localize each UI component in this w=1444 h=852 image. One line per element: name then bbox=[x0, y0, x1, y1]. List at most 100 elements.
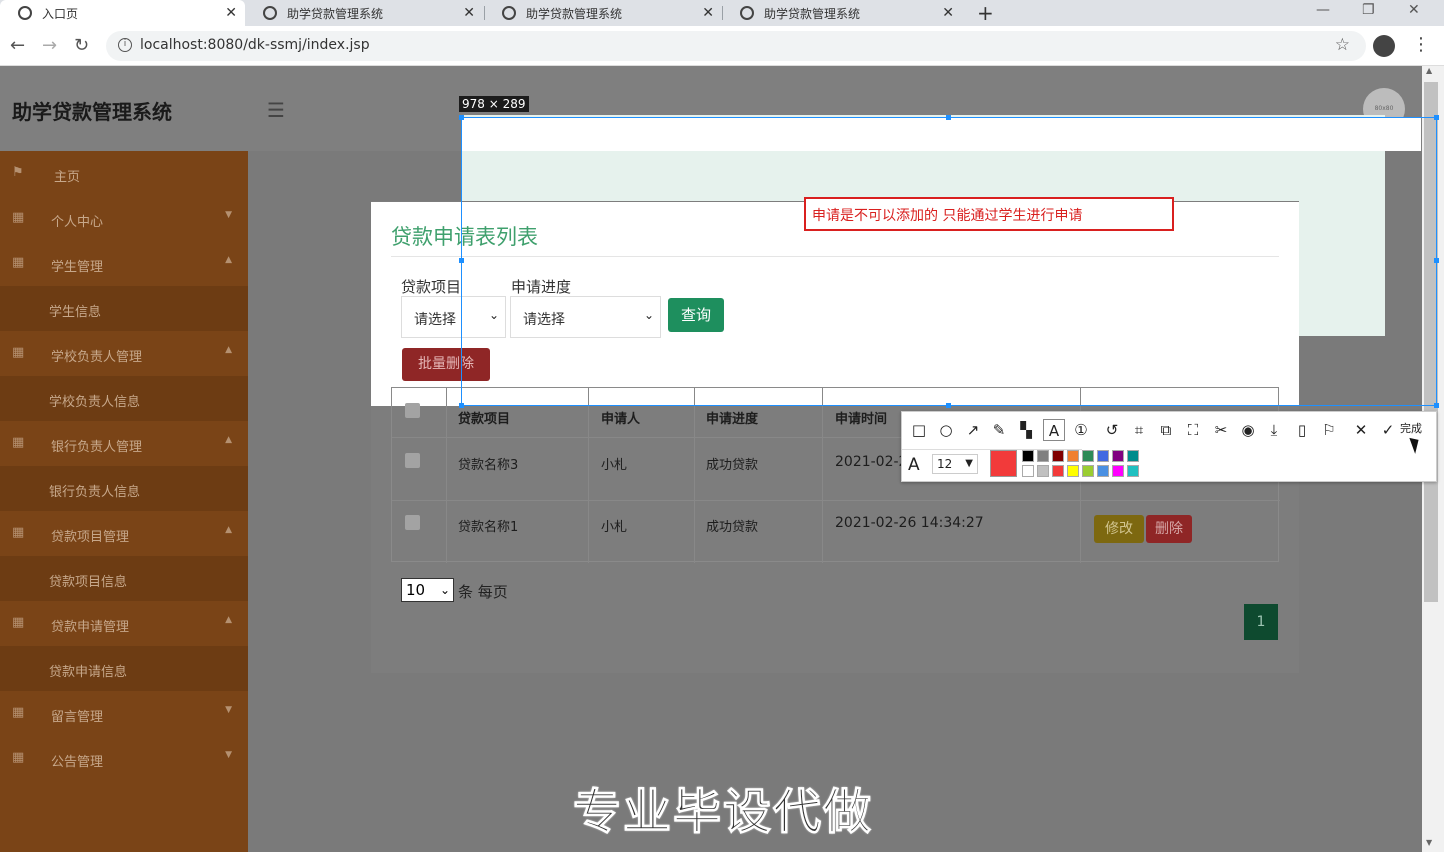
resize-handle[interactable] bbox=[459, 258, 464, 263]
cell-project: 贷款名称1 bbox=[458, 520, 519, 535]
menu-kebab-icon[interactable]: ⋮ bbox=[1412, 34, 1430, 55]
mosaic-tool-icon[interactable]: ▚ bbox=[1015, 419, 1037, 441]
color-swatch[interactable] bbox=[1052, 465, 1064, 477]
sidebar-item[interactable]: ▦ 学校负责人管理 ▲ bbox=[0, 331, 248, 376]
sidebar-item-label: 主页 bbox=[54, 170, 81, 185]
browser-tab[interactable]: 助学贷款管理系统 ✕ bbox=[245, 0, 483, 26]
page-size-select[interactable]: 10 ⌄ bbox=[401, 578, 454, 602]
sidebar-item[interactable]: 贷款项目信息 bbox=[0, 556, 248, 601]
row-checkbox[interactable] bbox=[405, 515, 420, 530]
resize-handle[interactable] bbox=[946, 115, 951, 120]
pencil-tool-icon[interactable]: ✎ bbox=[988, 419, 1010, 441]
forward-icon[interactable]: → bbox=[42, 35, 57, 56]
sidebar-item[interactable]: 学校负责人信息 bbox=[0, 376, 248, 421]
scroll-down-icon[interactable]: ▼ bbox=[1426, 838, 1432, 847]
color-swatch[interactable] bbox=[1037, 465, 1049, 477]
resize-handle[interactable] bbox=[1434, 258, 1439, 263]
phone-icon[interactable]: ▯ bbox=[1291, 419, 1313, 441]
color-swatch[interactable] bbox=[1067, 450, 1079, 462]
color-swatch[interactable] bbox=[1037, 450, 1049, 462]
sidebar-item[interactable]: ▦ 留言管理 ▼ bbox=[0, 691, 248, 736]
color-swatch[interactable] bbox=[1082, 450, 1094, 462]
crop-tool-icon[interactable]: ⌗ bbox=[1128, 419, 1150, 441]
new-tab-icon[interactable]: + bbox=[977, 1, 994, 25]
sidebar-item[interactable]: 学生信息 bbox=[0, 286, 248, 331]
watermark-text: 专业毕设代做 bbox=[572, 784, 874, 841]
confirm-check-icon[interactable]: ✓ bbox=[1377, 419, 1399, 441]
page-number-button[interactable]: 1 bbox=[1244, 604, 1278, 640]
sidebar-item[interactable]: ▦ 贷款申请管理 ▲ bbox=[0, 601, 248, 646]
resize-handle[interactable] bbox=[1434, 403, 1439, 408]
resize-handle[interactable] bbox=[946, 403, 951, 408]
select-all-checkbox[interactable] bbox=[405, 403, 420, 418]
sidebar-item[interactable]: ▦ 贷款项目管理 ▲ bbox=[0, 511, 248, 556]
close-icon[interactable]: ✕ bbox=[702, 5, 714, 21]
color-swatch[interactable] bbox=[1097, 465, 1109, 477]
sidebar-item[interactable]: ▦ 学生管理 ▲ bbox=[0, 241, 248, 286]
close-icon[interactable]: ✕ bbox=[225, 5, 237, 21]
number-tool-icon[interactable]: ① bbox=[1070, 419, 1092, 441]
record-icon[interactable]: ◉ bbox=[1237, 419, 1259, 441]
back-icon[interactable]: ← bbox=[10, 35, 25, 56]
hamburger-menu-icon[interactable]: ☰ bbox=[267, 98, 285, 122]
row-checkbox[interactable] bbox=[405, 453, 420, 468]
sidebar-item[interactable]: ▦ 银行负责人管理 ▲ bbox=[0, 421, 248, 466]
color-swatch[interactable] bbox=[1052, 450, 1064, 462]
pin-tool-icon[interactable]: ✂ bbox=[1210, 419, 1232, 441]
text-tool-icon[interactable]: A bbox=[1043, 419, 1065, 441]
resize-handle[interactable] bbox=[1434, 115, 1439, 120]
scroll-up-icon[interactable]: ▲ bbox=[1426, 66, 1432, 75]
color-swatch[interactable] bbox=[1022, 465, 1034, 477]
browser-tab[interactable]: 助学贷款管理系统 ✕ bbox=[722, 0, 962, 26]
minimize-icon[interactable]: — bbox=[1316, 2, 1330, 18]
grid-icon: ▦ bbox=[12, 210, 25, 225]
color-swatch[interactable] bbox=[1127, 465, 1139, 477]
color-swatch[interactable] bbox=[1022, 450, 1034, 462]
restore-icon[interactable]: ❐ bbox=[1362, 2, 1375, 18]
sidebar-item[interactable]: 贷款申请信息 bbox=[0, 646, 248, 691]
browser-tab[interactable]: 助学贷款管理系统 ✕ bbox=[484, 0, 722, 26]
download-icon[interactable]: ⤓ bbox=[1263, 419, 1285, 441]
font-size-select[interactable]: 12 ▼ bbox=[932, 454, 978, 474]
bookmark-icon[interactable]: ⚐ bbox=[1318, 419, 1340, 441]
delete-button[interactable]: 删除 bbox=[1146, 515, 1192, 543]
color-swatch[interactable] bbox=[1127, 450, 1139, 462]
sidebar-item[interactable]: ⚑ 主页 bbox=[0, 151, 248, 196]
resize-handle[interactable] bbox=[459, 403, 464, 408]
window-close-icon[interactable]: ✕ bbox=[1408, 2, 1420, 18]
ocr-tool-icon[interactable]: ⛶ bbox=[1182, 419, 1204, 441]
sidebar-item-label: 贷款项目信息 bbox=[49, 575, 128, 590]
text-annotation[interactable]: 申请是不可以添加的 只能通过学生进行申请 bbox=[804, 197, 1174, 231]
rectangle-tool-icon[interactable]: □ bbox=[908, 419, 930, 441]
undo-icon[interactable]: ↺ bbox=[1101, 419, 1123, 441]
current-color-swatch[interactable] bbox=[990, 450, 1017, 477]
sidebar-item[interactable]: ▦ 公告管理 ▼ bbox=[0, 736, 248, 781]
color-swatch[interactable] bbox=[1097, 450, 1109, 462]
edit-button[interactable]: 修改 bbox=[1094, 515, 1144, 543]
capture-selection[interactable] bbox=[461, 117, 1437, 406]
color-swatch[interactable] bbox=[1067, 465, 1079, 477]
arrow-tool-icon[interactable]: ↗ bbox=[962, 419, 984, 441]
translate-tool-icon[interactable]: ⧉ bbox=[1155, 419, 1177, 441]
reload-icon[interactable]: ↻ bbox=[74, 35, 89, 56]
globe-icon bbox=[502, 6, 516, 20]
profile-icon[interactable] bbox=[1373, 35, 1395, 57]
info-icon[interactable]: i bbox=[118, 38, 132, 52]
color-swatch[interactable] bbox=[1112, 450, 1124, 462]
sidebar-item[interactable]: ▦ 个人中心 ▼ bbox=[0, 196, 248, 241]
browser-tab[interactable]: 入口页 ✕ bbox=[0, 0, 245, 26]
close-icon[interactable]: ✕ bbox=[942, 5, 954, 21]
bookmark-star-icon[interactable]: ☆ bbox=[1335, 35, 1350, 55]
close-icon[interactable]: ✕ bbox=[463, 5, 475, 21]
sidebar-item-label: 贷款申请管理 bbox=[51, 620, 130, 635]
sidebar-item-label: 学生管理 bbox=[51, 260, 104, 275]
sidebar-item[interactable]: 银行负责人信息 bbox=[0, 466, 248, 511]
done-button[interactable]: 完成 bbox=[1400, 420, 1422, 436]
resize-handle[interactable] bbox=[459, 115, 464, 120]
cancel-icon[interactable]: ✕ bbox=[1350, 419, 1372, 441]
url-field[interactable]: i localhost:8080/dk-ssmj/index.jsp ☆ bbox=[106, 31, 1366, 61]
ellipse-tool-icon[interactable]: ○ bbox=[935, 419, 957, 441]
cell-progress: 成功贷款 bbox=[706, 520, 759, 535]
color-swatch[interactable] bbox=[1112, 465, 1124, 477]
color-swatch[interactable] bbox=[1082, 465, 1094, 477]
